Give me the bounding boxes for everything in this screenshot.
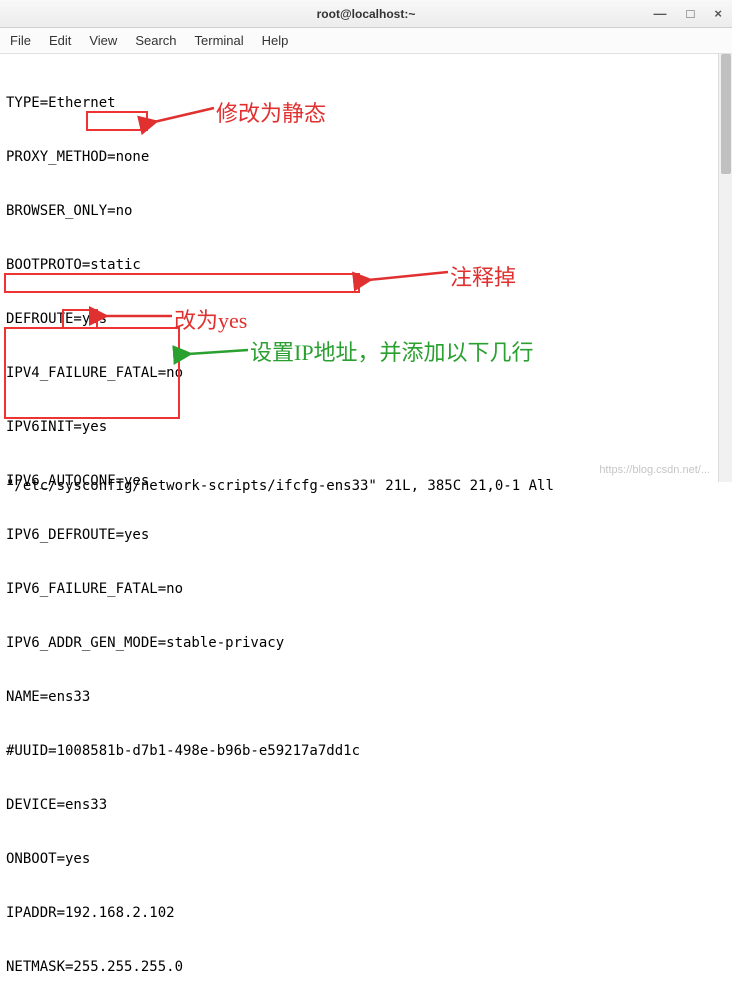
menu-search[interactable]: Search (135, 33, 176, 48)
config-line: IPV4_FAILURE_FATAL=no (6, 364, 726, 382)
titlebar: root@localhost:~ — □ × (0, 0, 732, 28)
config-line: NAME=ens33 (6, 688, 726, 706)
window-controls: — □ × (650, 6, 726, 21)
scrollbar[interactable] (718, 54, 732, 482)
config-line: DEVICE=ens33 (6, 796, 726, 814)
menu-terminal[interactable]: Terminal (195, 33, 244, 48)
watermark: https://blog.csdn.net/... (599, 464, 710, 476)
vim-statusline: "/etc/sysconfig/network-scripts/ifcfg-en… (6, 478, 712, 494)
config-line: PROXY_METHOD=none (6, 148, 726, 166)
config-line: DEFROUTE=yes (6, 310, 726, 328)
config-line: ONBOOT=yes (6, 850, 726, 868)
scrollbar-thumb[interactable] (721, 54, 731, 174)
config-line: #UUID=1008581b-d7b1-498e-b96b-e59217a7dd… (6, 742, 726, 760)
config-line: IPV6_DEFROUTE=yes (6, 526, 726, 544)
menu-file[interactable]: File (10, 33, 31, 48)
minimize-button[interactable]: — (650, 6, 671, 21)
config-line: IPADDR=192.168.2.102 (6, 904, 726, 922)
config-line: TYPE=Ethernet (6, 94, 726, 112)
config-line: IPV6INIT=yes (6, 418, 726, 436)
config-line: NETMASK=255.255.255.0 (6, 958, 726, 976)
config-line: BROWSER_ONLY=no (6, 202, 726, 220)
menu-view[interactable]: View (89, 33, 117, 48)
close-button[interactable]: × (710, 6, 726, 21)
window-title: root@localhost:~ (317, 7, 416, 21)
config-line: IPV6_ADDR_GEN_MODE=stable-privacy (6, 634, 726, 652)
menubar: File Edit View Search Terminal Help (0, 28, 732, 54)
menu-edit[interactable]: Edit (49, 33, 71, 48)
menu-help[interactable]: Help (262, 33, 289, 48)
maximize-button[interactable]: □ (683, 6, 699, 21)
config-line: BOOTPROTO=static (6, 256, 726, 274)
config-line: IPV6_FAILURE_FATAL=no (6, 580, 726, 598)
terminal-area[interactable]: TYPE=Ethernet PROXY_METHOD=none BROWSER_… (0, 54, 732, 500)
